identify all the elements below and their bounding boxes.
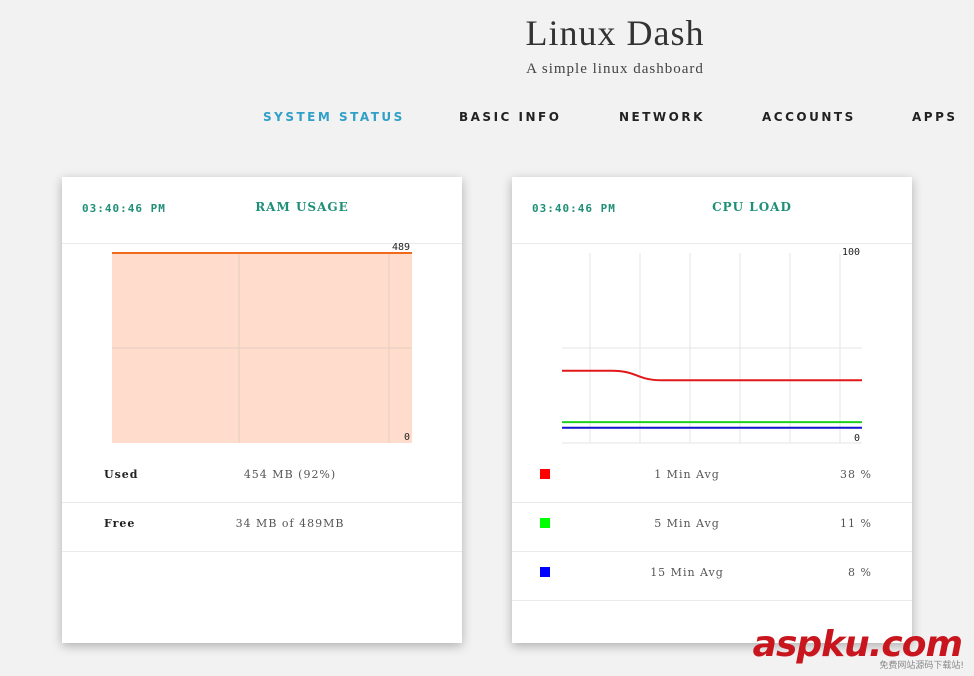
legend-swatch-1min	[540, 469, 550, 479]
tab-apps[interactable]: APPS	[912, 110, 958, 124]
cpu-load-chart: 100 0	[562, 247, 862, 444]
tab-accounts[interactable]: ACCOUNTS	[762, 110, 856, 124]
app-title: Linux Dash	[525, 13, 705, 53]
ram-y-max-label: 489	[392, 243, 410, 253]
tab-basic-info[interactable]: BASIC INFO	[459, 110, 561, 124]
cpu-5min-value: 11 %	[840, 517, 872, 530]
legend-swatch-5min	[540, 518, 550, 528]
ram-free-row: Free 34 MB of 489MB	[62, 502, 462, 552]
cpu-5min-label: 5 Min Avg	[654, 517, 720, 530]
cpu-1min-row: 1 Min Avg 38 %	[512, 453, 912, 503]
ram-free-label: Free	[104, 517, 136, 530]
ram-used-label: Used	[104, 468, 139, 481]
site-watermark: aspku.com 免费网站源码下载站!	[753, 624, 970, 674]
cpu-series-line-0	[562, 369, 862, 382]
ram-free-value: 34 MB of 489MB	[235, 517, 345, 530]
cpu-load-card: 03:40:46 PM CPU LOAD 100 0 1 Min Avg 38 …	[512, 177, 912, 643]
cpu-15min-row: 15 Min Avg 8 %	[512, 551, 912, 601]
cpu-1min-label: 1 Min Avg	[654, 468, 720, 481]
cpu-card-header: 03:40:46 PM CPU LOAD	[512, 177, 912, 244]
ram-usage-card: 03:40:46 PM RAM USAGE 489 0 Used 454 MB …	[62, 177, 462, 643]
ram-used-row: Used 454 MB (92%)	[62, 453, 462, 503]
cpu-card-title: CPU LOAD	[712, 200, 792, 214]
cpu-15min-value: 8 %	[848, 566, 872, 579]
ram-card-title: RAM USAGE	[255, 200, 349, 214]
watermark-subtext: 免费网站源码下载站!	[879, 661, 964, 671]
cpu-15min-label: 15 Min Avg	[650, 566, 724, 579]
tab-system-status[interactable]: SYSTEM STATUS	[263, 110, 405, 124]
cpu-1min-value: 38 %	[840, 468, 872, 481]
ram-usage-chart: 489 0	[112, 243, 412, 443]
legend-swatch-15min	[540, 567, 550, 577]
cpu-y-min-label: 0	[854, 433, 860, 444]
ram-card-header: 03:40:46 PM RAM USAGE	[62, 177, 462, 244]
app-subtitle: A simple linux dashboard	[526, 61, 704, 77]
ram-used-value: 454 MB (92%)	[243, 468, 337, 481]
tab-network[interactable]: NETWORK	[619, 110, 705, 124]
ram-y-min-label: 0	[404, 432, 410, 443]
cpu-y-max-label: 100	[842, 247, 860, 258]
cpu-5min-row: 5 Min Avg 11 %	[512, 502, 912, 552]
app-header: Linux Dash A simple linux dashboard	[0, 0, 974, 100]
